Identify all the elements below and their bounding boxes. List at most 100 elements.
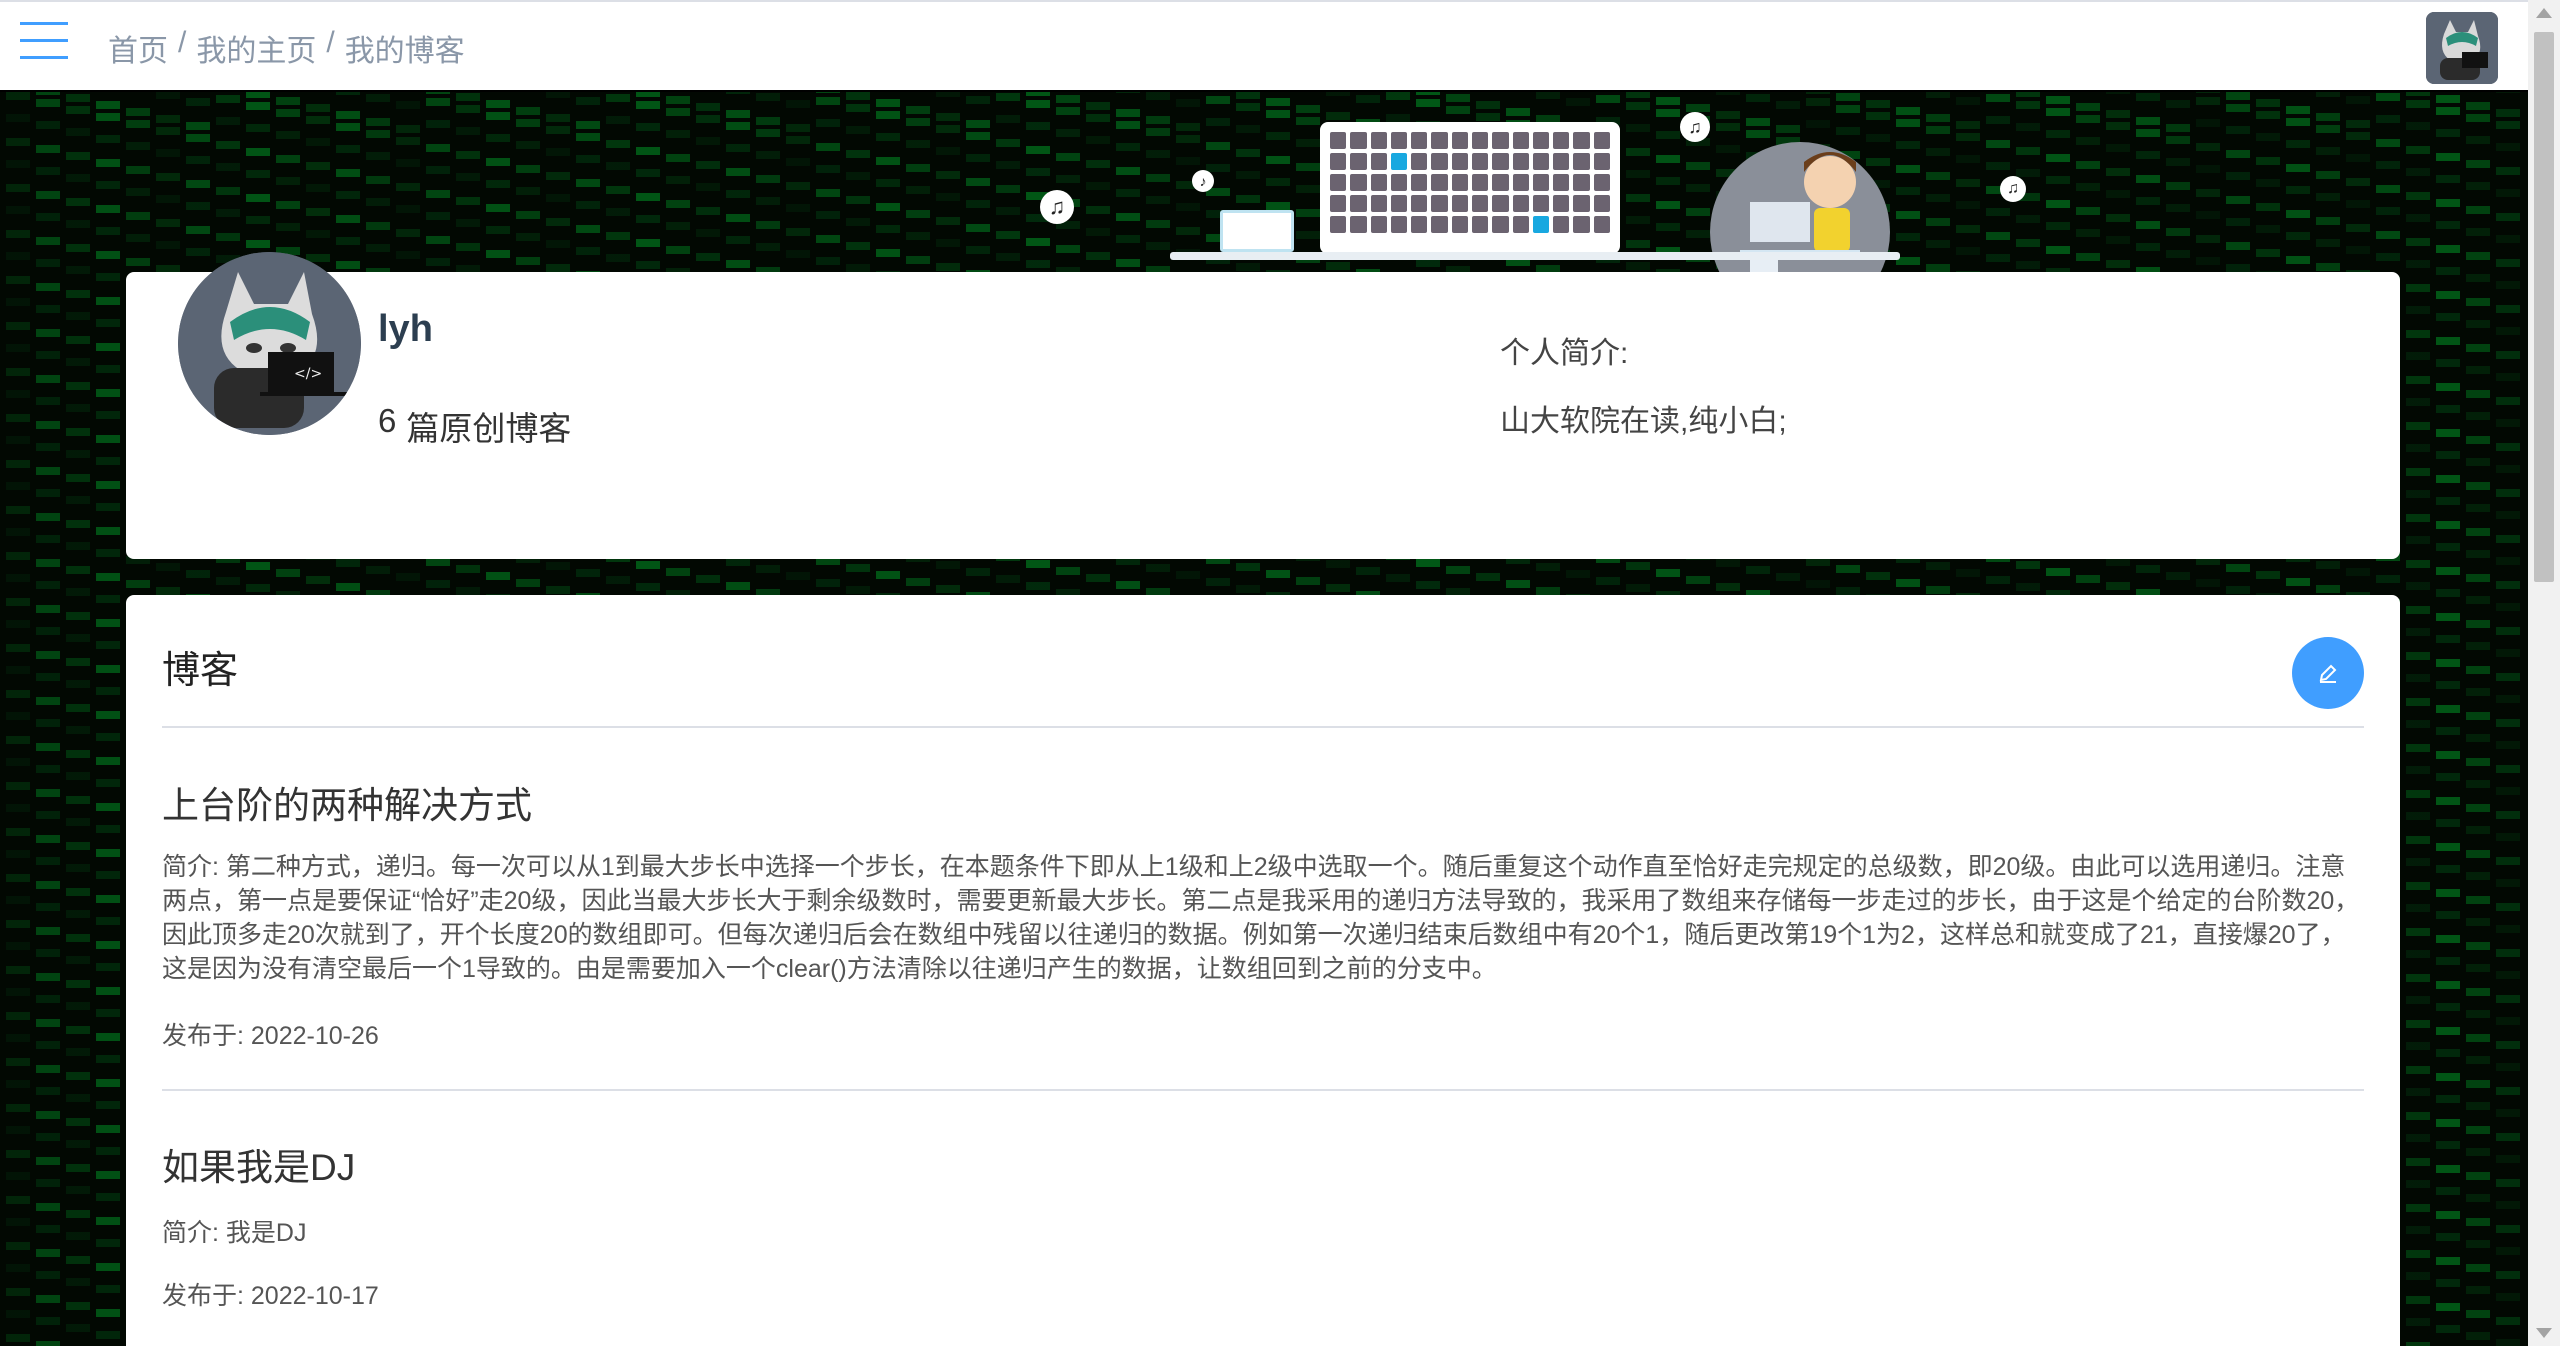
breadcrumb-home[interactable]: 首页: [108, 26, 168, 70]
scroll-down-arrow-icon[interactable]: [2536, 1328, 2552, 1338]
keyboard-key: [1350, 174, 1367, 191]
keyboard-key: [1593, 153, 1610, 170]
keyboard-key: [1350, 132, 1367, 149]
edit-button[interactable]: [2292, 637, 2364, 709]
keyboard-key: [1593, 195, 1610, 212]
post-date: 发布于: 2022-10-17: [162, 1282, 379, 1310]
keyboard-key: [1431, 216, 1448, 233]
keyboard-key: [1330, 216, 1347, 233]
post-summary: 简介: 我是DJ: [162, 1219, 307, 1247]
scrollbar-thumb[interactable]: [2534, 32, 2554, 582]
matrix-column: [2496, 92, 2520, 1346]
keyboard-key: [1330, 174, 1347, 191]
keyboard-key: [1532, 216, 1550, 233]
blog-count: 6 篇原创博客: [378, 402, 571, 450]
keyboard-key: [1370, 153, 1387, 170]
keyboard-key: [1512, 132, 1529, 149]
keyboard-key: [1492, 153, 1509, 170]
divider: [162, 726, 2364, 728]
keyboard-key: [1411, 153, 1428, 170]
post-title[interactable]: 如果我是DJ: [162, 1137, 355, 1191]
keyboard-key: [1593, 216, 1610, 233]
breadcrumb-separator: /: [326, 26, 335, 59]
keyboard-key: [1330, 195, 1347, 212]
breadcrumb-my-homepage[interactable]: 我的主页: [196, 26, 316, 70]
keyboard-key: [1492, 195, 1509, 212]
keyboard-key: [1573, 153, 1590, 170]
keyboard-key: [1593, 174, 1610, 191]
breadcrumb-separator: /: [178, 26, 187, 59]
matrix-column: [2406, 92, 2430, 1346]
post-title[interactable]: 上台阶的两种解决方式: [162, 775, 532, 829]
scroll-up-arrow-icon[interactable]: [2536, 8, 2552, 18]
matrix-column: [2436, 92, 2460, 1346]
keyboard-key: [1553, 195, 1570, 212]
post-date: 发布于: 2022-10-26: [162, 1022, 379, 1050]
music-note-icon: ♪: [1192, 170, 1214, 192]
keyboard-key: [1411, 195, 1428, 212]
keyboard-key: [1451, 153, 1468, 170]
user-avatar[interactable]: [2426, 12, 2498, 84]
keyboard-key: [1472, 216, 1489, 233]
keyboard-key: [1451, 132, 1468, 149]
music-note-icon: ♫: [1040, 190, 1074, 224]
keyboard-key: [1390, 174, 1408, 191]
keyboard-key: [1330, 132, 1347, 149]
keyboard-key: [1492, 132, 1509, 149]
keyboard-key: [1370, 195, 1387, 212]
keyboard-key: [1330, 153, 1347, 170]
matrix-column: [2466, 92, 2490, 1346]
page-scrollbar[interactable]: [2528, 0, 2560, 1346]
intro-text: 山大软院在读,纯小白;: [1500, 405, 1787, 438]
keyboard-key: [1411, 216, 1428, 233]
card-illustration: [1220, 210, 1294, 252]
keyboard-illustration: [1320, 122, 1620, 254]
keyboard-key: [1532, 174, 1550, 191]
keyboard-key: [1390, 195, 1408, 212]
keyboard-key: [1512, 153, 1529, 170]
top-navbar: 首页 / 我的主页 / 我的博客: [0, 0, 2528, 90]
music-note-icon: ♫: [1680, 112, 1710, 142]
blog-count-suffix: 篇原创博客: [406, 410, 572, 447]
keyboard-key: [1532, 195, 1550, 212]
keyboard-key: [1370, 132, 1387, 149]
keyboard-key: [1350, 216, 1367, 233]
keyboard-key: [1512, 174, 1529, 191]
post-summary: 简介: 第二种方式，递归。每一次可以从1到最大步长中选择一个步长，在本题条件下即…: [162, 853, 2360, 983]
keyboard-key: [1431, 174, 1448, 191]
blog-section-title: 博客: [162, 650, 239, 692]
pencil-icon: [2319, 664, 2337, 683]
keyboard-key: [1390, 153, 1408, 170]
keyboard-key: [1573, 132, 1590, 149]
profile-avatar: </>: [178, 252, 361, 435]
keyboard-key: [1472, 174, 1489, 191]
username: lyh: [378, 308, 433, 350]
keyboard-key: [1411, 132, 1428, 149]
hamburger-menu-icon[interactable]: [20, 20, 68, 62]
keyboard-key: [1472, 153, 1489, 170]
keyboard-key: [1553, 153, 1570, 170]
intro-label: 个人简介:: [1500, 337, 1629, 370]
divider: [162, 1089, 2364, 1091]
keyboard-key: [1370, 216, 1387, 233]
keyboard-key: [1512, 195, 1529, 212]
keyboard-key: [1390, 132, 1408, 149]
keyboard-key: [1553, 132, 1570, 149]
matrix-column: [96, 92, 120, 1346]
keyboard-key: [1573, 216, 1590, 233]
desk-illustration: [1170, 252, 1900, 260]
matrix-column: [66, 92, 90, 1346]
keyboard-key: [1431, 195, 1448, 212]
svg-text:</>: </>: [294, 366, 322, 382]
keyboard-key: [1492, 174, 1509, 191]
keyboard-key: [1593, 132, 1610, 149]
breadcrumb-my-blogs[interactable]: 我的博客: [345, 26, 465, 70]
keyboard-key: [1532, 153, 1550, 170]
keyboard-key: [1370, 174, 1387, 191]
keyboard-key: [1573, 195, 1590, 212]
matrix-column: [6, 92, 30, 1346]
blog-list-card: 博客 上台阶的两种解决方式 简介: 第二种方式，递归。每一次可以从1到最大步长中…: [126, 595, 2400, 1346]
matrix-column: [36, 92, 60, 1346]
breadcrumb: 首页 / 我的主页 / 我的博客: [108, 26, 465, 70]
banner-illustration: ♫ ♪ ♫ ♫: [1040, 92, 2040, 322]
